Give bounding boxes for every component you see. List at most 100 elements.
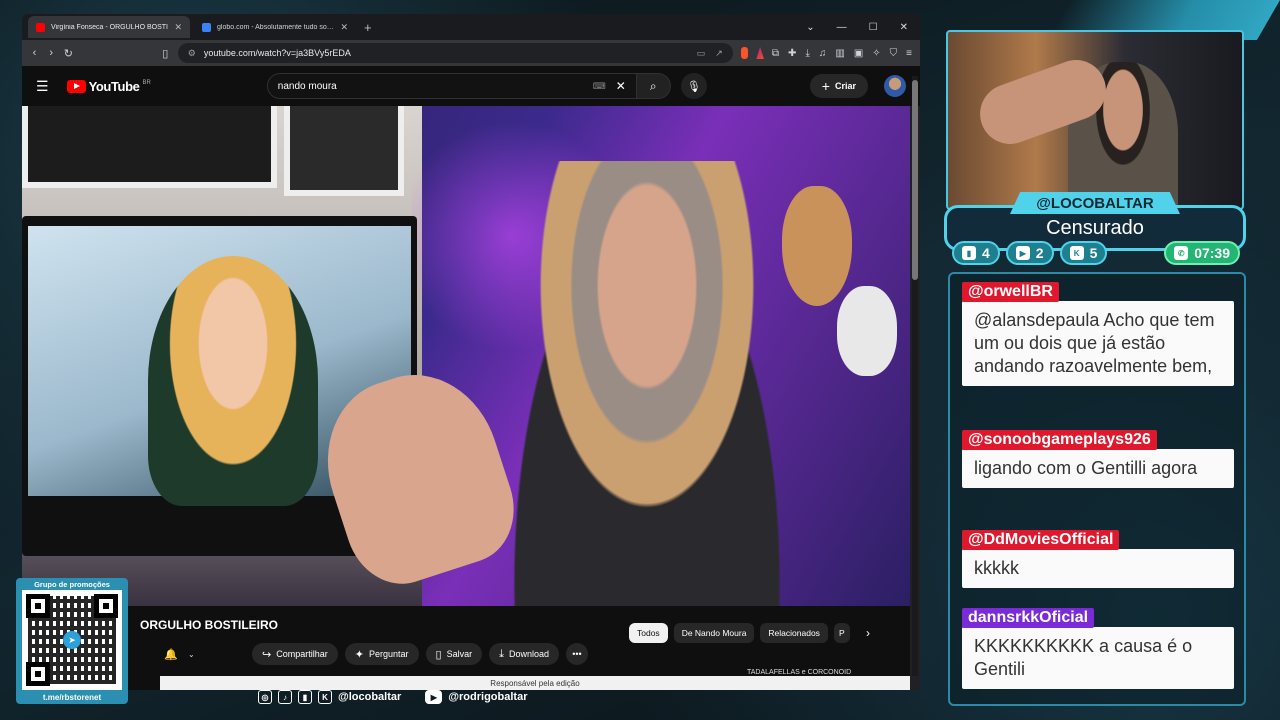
search-value: nando moura [277,80,337,92]
close-tab-icon[interactable]: ✕ [174,22,182,33]
qr-corner [26,594,50,618]
vpn-icon[interactable]: ⛉ [890,48,898,59]
chevron-down-icon[interactable]: ⌄ [806,22,814,33]
chat-username: dannsrkkOficial [962,608,1095,628]
chevron-right-icon[interactable]: › [866,626,870,640]
twitch-icon: ▮ [298,690,312,704]
next-video-title[interactable]: TADALAFELLAS e CORCONOID [747,669,851,676]
tab-globo[interactable]: globo.com - Absolutamente tudo sobre not… [194,16,356,38]
chat-message: @DdMoviesOfficial kkkkk [962,530,1234,588]
youtube-logo[interactable]: YouTube BR [66,78,151,94]
chip-related[interactable]: Relacionados [760,623,828,643]
download-icon: ⤓ [499,647,504,660]
tab-youtube[interactable]: Virgínia Fonseca - ORGULHO BOSTI ✕ [28,16,190,38]
cast-icon[interactable]: ▭ [697,48,706,59]
qr-corner [26,662,50,686]
puzzle-icon[interactable]: ✚ [788,48,796,59]
back-icon[interactable]: ‹ [30,47,39,59]
download-icon[interactable]: ⤓ [805,48,809,59]
video-player[interactable] [22,106,910,606]
search-icon: ⌕ [649,78,657,93]
qr-code: ➤ [22,590,122,690]
tab-bar: Virgínia Fonseca - ORGULHO BOSTI ✕ globo… [22,14,920,40]
chat-username: @DdMoviesOfficial [962,530,1120,550]
search-input[interactable]: nando moura ⌨ ✕ [266,73,637,99]
youtube-wordmark: YouTube [88,78,140,94]
social-handle: @rodrigobaltar [448,691,528,703]
clear-search-icon[interactable]: ✕ [616,79,626,93]
whatsapp-icon: ✆ [1174,246,1189,260]
brave-rewards-icon[interactable] [756,47,764,59]
scrollbar-thumb[interactable] [912,80,918,280]
address-bar[interactable]: ⚙ youtube.com/watch?v=ja3BVy5rEDA ▭ ↗ [177,43,733,63]
brave-shields-icon[interactable] [740,47,749,59]
save-button[interactable]: ▯ Salvar [425,643,483,665]
minimize-icon[interactable]: — [837,22,847,33]
globo-favicon-icon [202,22,211,32]
music-icon[interactable]: ♫ [819,48,827,59]
search-button[interactable]: ⌕ [636,73,671,99]
chat-message: @sonoobgameplays926 ligando com o Gentil… [962,430,1234,488]
keyboard-icon[interactable]: ⌨ [593,81,606,92]
video-guitar [837,286,897,376]
instagram-icon: ◎ [258,690,272,704]
video-woman-figure [148,256,318,506]
kick-icon: K [1069,246,1084,260]
qr-label: Grupo de promoções [34,580,110,589]
youtube-icon: ▶ [425,690,443,704]
tiktok-icon: ♪ [278,690,292,704]
chat-message: dannsrkkOficial KKKKKKKKKK a causa é o G… [962,608,1234,689]
ask-button[interactable]: ✦ Perguntar [344,643,419,665]
qr-promo-box: Grupo de promoções ➤ t.me/rbstorenet [16,578,128,704]
maximize-icon[interactable]: ☐ [869,22,878,33]
share-icon[interactable]: ↗ [715,48,723,59]
video-wall-frame [284,106,404,196]
bookmark-icon[interactable]: ▯ [161,47,170,60]
viewer-count: 4 [982,245,990,261]
chat-message: @orwellBR @alansdepaula Acho que tem um … [962,282,1234,386]
youtube-viewers: ▶ 2 [1005,241,1054,265]
tab-title: globo.com - Absolutamente tudo sobre not [217,23,334,31]
share-label: Compartilhar [276,649,328,659]
chevron-down-icon[interactable]: ⌄ [188,650,195,659]
create-button[interactable]: + Criar [809,74,868,98]
leo-ai-icon[interactable]: ✧ [872,48,880,59]
webcam-feed [946,30,1244,210]
streamer-name-tag: @LOCOBALTAR [1010,192,1180,214]
new-tab-icon[interactable]: + [364,20,372,35]
voice-search-button[interactable]: 🎙 [680,73,707,99]
chat-panel: @orwellBR @alansdepaula Acho que tem um … [948,272,1246,706]
twitch-viewers: ▮ 4 [952,241,1000,265]
video-info: ORGULHO BOSTILEIRO 🔔 ⌄ ↪ Compartilhar ✦ Pe… [22,606,910,690]
kick-viewers: K5 [1059,241,1108,265]
wallet-icon[interactable]: ▣ [854,48,863,59]
chat-text: ligando com o Gentilli agora [962,449,1234,488]
close-window-icon[interactable]: ✕ [900,22,908,33]
qr-url: t.me/rbstorenet [42,693,102,702]
chat-text: KKKKKKKKKK a causa é o Gentili [962,627,1234,689]
avatar[interactable] [884,75,906,97]
social-handle: @locobaltar [338,691,402,703]
hamburger-menu-icon[interactable]: ☰ [36,78,49,95]
extension-icon[interactable]: ⧉ [772,48,779,59]
bell-icon[interactable]: 🔔 [164,648,178,661]
forward-icon[interactable]: › [47,47,56,59]
telegram-icon: ➤ [63,631,81,649]
stream-timer: ✆ 07:39 [1164,241,1240,265]
chip-from-channel[interactable]: De Nando Moura [673,623,755,643]
menu-icon[interactable]: ≡ [906,48,912,59]
share-button[interactable]: ↪ Compartilhar [252,643,338,665]
close-tab-icon[interactable]: ✕ [340,22,348,33]
footer-notice: Responsável pela edição [160,676,910,690]
microphone-icon: 🎙 [686,80,701,93]
chip-more[interactable]: P [833,623,850,643]
sidebar-icon[interactable]: ▥ [835,48,844,59]
chip-all[interactable]: Todos [629,623,668,643]
viewer-count: 2 [1035,245,1044,261]
sparkle-icon: ✦ [354,648,364,661]
extensions-area: ⧉ ✚ ⤓ ♫ ▥ ▣ ✧ ⛉ ≡ [772,48,912,59]
download-button[interactable]: ⤓ Download [489,643,559,665]
more-actions-button[interactable]: ••• [565,643,588,665]
site-settings-icon[interactable]: ⚙ [188,48,196,59]
reload-icon[interactable]: ↻ [64,47,73,60]
